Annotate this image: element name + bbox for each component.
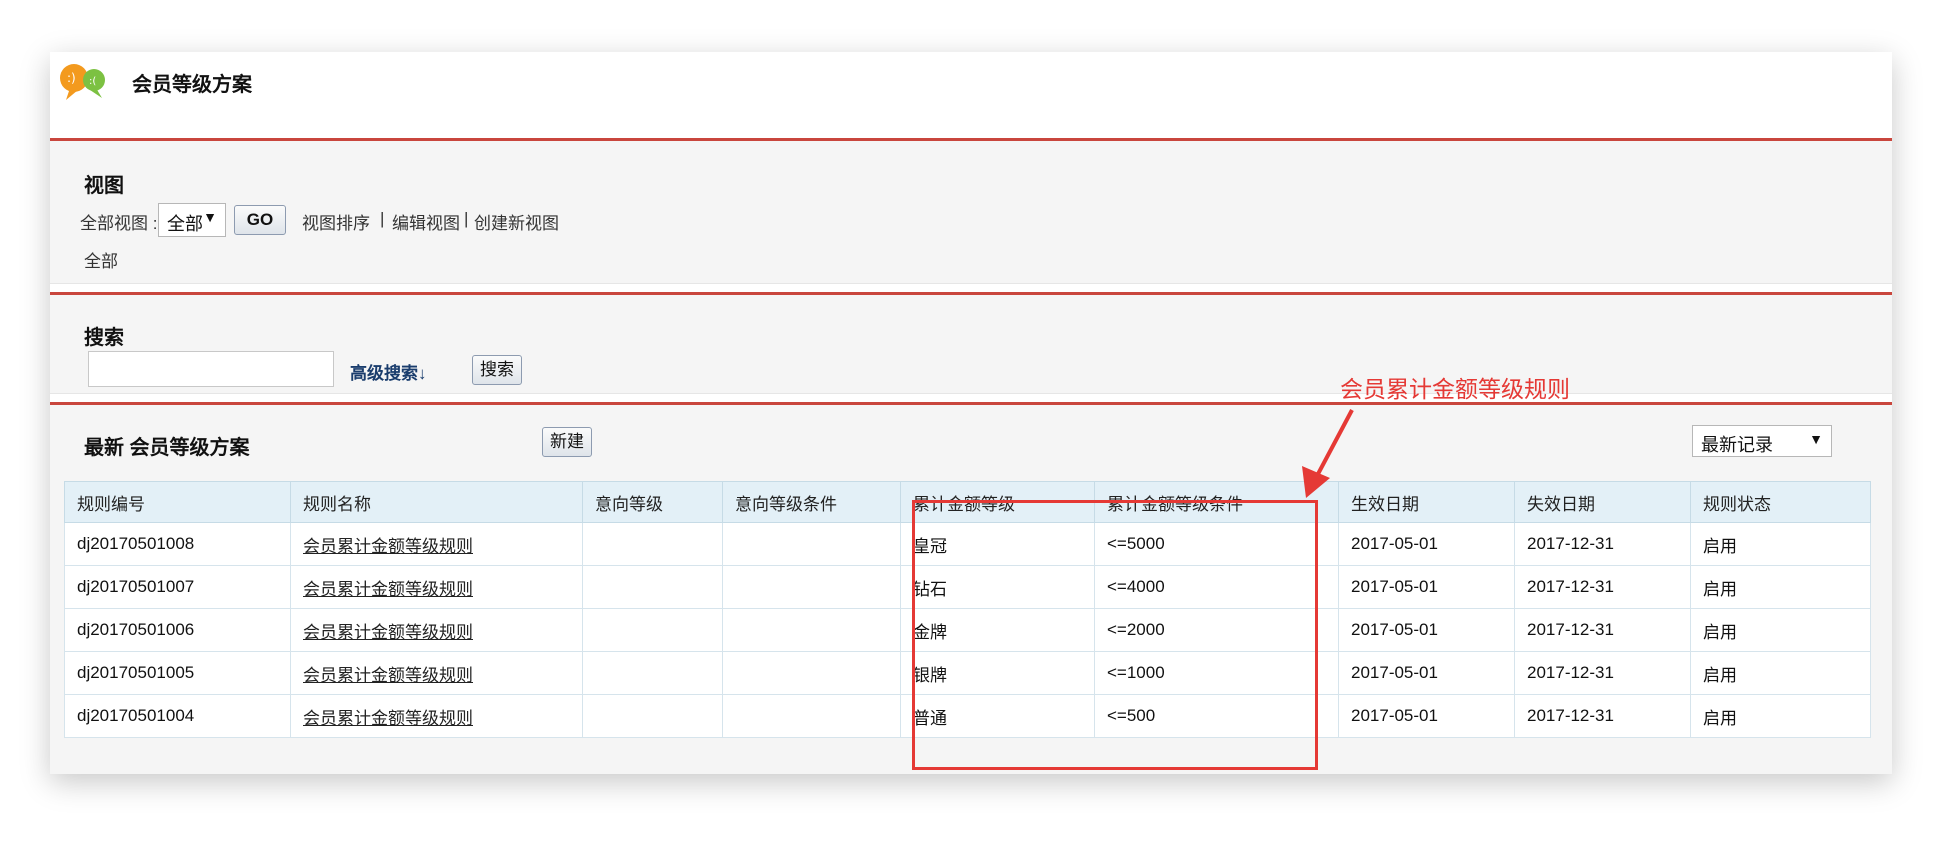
rule-status: 启用 [1690,522,1871,566]
chat-bubbles-icon: :) :( [60,64,105,100]
intent-level [582,694,723,738]
end-date: 2017-12-31 [1514,694,1691,738]
table-row[interactable]: dj20170501006 会员累计金额等级规则 金牌 <=2000 2017-… [64,608,1871,652]
column-header[interactable]: 规则编号 [64,481,291,523]
rules-table: 规则编号 规则名称 意向等级 意向等级条件 累计金额等级 累计金额等级条件 生效… [64,481,1871,738]
amount-level: 钻石 [900,565,1095,609]
intent-condition [722,565,901,609]
view-sort-link[interactable]: 视图排序 [302,209,370,234]
rule-status: 启用 [1690,608,1871,652]
rule-name-cell: 会员累计金额等级规则 [290,651,583,695]
create-view-link[interactable]: 创建新视图 [474,209,559,234]
table-row[interactable]: dj20170501007 会员累计金额等级规则 钻石 <=4000 2017-… [64,565,1871,609]
amount-level: 普通 [900,694,1095,738]
start-date: 2017-05-01 [1338,694,1515,738]
search-input[interactable] [88,351,334,387]
view-select[interactable]: 全部 ▼ [158,203,226,237]
table-header-row: 规则编号 规则名称 意向等级 意向等级条件 累计金额等级 累计金额等级条件 生效… [64,481,1871,523]
search-section-title: 搜索 [84,327,124,349]
separator: | [380,209,385,228]
intent-level [582,651,723,695]
start-date: 2017-05-01 [1338,565,1515,609]
sort-select[interactable]: 最新记录 ▼ [1692,425,1832,457]
intent-condition [722,694,901,738]
intent-level [582,522,723,566]
main-window: :) :( 会员等级方案 视图 全部视图 : 全部 ▼ GO 视图排序 | 编辑… [50,52,1892,774]
intent-condition [722,608,901,652]
rule-name-link[interactable]: 会员累计金额等级规则 [303,537,473,556]
rule-name-cell: 会员累计金额等级规则 [290,522,583,566]
amount-level: 金牌 [900,608,1095,652]
go-button[interactable]: GO [234,205,286,235]
rule-id: dj20170501004 [64,694,291,738]
rule-id: dj20170501006 [64,608,291,652]
intent-level [582,608,723,652]
amount-level: 皇冠 [900,522,1095,566]
dropdown-arrow-icon: ▼ [1809,431,1823,447]
rule-status: 启用 [1690,565,1871,609]
column-header[interactable]: 规则名称 [290,481,583,523]
search-panel: 搜索 高级搜索↓ 搜索 [50,292,1892,394]
rule-name-cell: 会员累计金额等级规则 [290,694,583,738]
column-header[interactable]: 规则状态 [1690,481,1871,523]
rule-name-link[interactable]: 会员累计金额等级规则 [303,623,473,642]
current-view-label: 全部 [84,252,118,271]
sort-select-value: 最新记录 [1701,435,1773,455]
amount-level: 银牌 [900,651,1095,695]
view-panel: 视图 全部视图 : 全部 ▼ GO 视图排序 | 编辑视图 | 创建新视图 全部 [50,138,1892,284]
amount-condition: <=2000 [1094,608,1339,652]
table-row[interactable]: dj20170501008 会员累计金额等级规则 皇冠 <=5000 2017-… [64,522,1871,566]
dropdown-arrow-icon: ▼ [203,209,217,225]
amount-condition: <=1000 [1094,651,1339,695]
intent-level [582,565,723,609]
new-button[interactable]: 新建 [542,427,592,457]
table-row[interactable]: dj20170501005 会员累计金额等级规则 银牌 <=1000 2017-… [64,651,1871,695]
advanced-search-link[interactable]: 高级搜索↓ [350,359,427,384]
search-button[interactable]: 搜索 [472,355,522,385]
page-title: 会员等级方案 [132,74,252,96]
intent-condition [722,522,901,566]
column-header[interactable]: 失效日期 [1514,481,1691,523]
amount-condition: <=500 [1094,694,1339,738]
amount-condition: <=5000 [1094,522,1339,566]
end-date: 2017-12-31 [1514,565,1691,609]
rule-name-link[interactable]: 会员累计金额等级规则 [303,580,473,599]
list-panel: 最新 会员等级方案 新建 最新记录 ▼ 规则编号 规则名称 意向等级 意向等级条… [50,402,1892,774]
separator: | [464,209,469,228]
start-date: 2017-05-01 [1338,608,1515,652]
column-header[interactable]: 累计金额等级条件 [1094,481,1339,523]
start-date: 2017-05-01 [1338,522,1515,566]
title-bar: :) :( 会员等级方案 [50,52,1892,108]
column-header[interactable]: 累计金额等级 [900,481,1095,523]
view-select-value: 全部 [167,214,203,234]
rule-id: dj20170501007 [64,565,291,609]
start-date: 2017-05-01 [1338,651,1515,695]
rule-name-cell: 会员累计金额等级规则 [290,608,583,652]
intent-condition [722,651,901,695]
view-section-title: 视图 [84,175,124,197]
annotation-label: 会员累计金额等级规则 [1340,376,1570,402]
table-row[interactable]: dj20170501004 会员累计金额等级规则 普通 <=500 2017-0… [64,694,1871,738]
column-header[interactable]: 意向等级 [582,481,723,523]
view-label: 全部视图 : [80,214,158,233]
rule-status: 启用 [1690,651,1871,695]
end-date: 2017-12-31 [1514,608,1691,652]
column-header[interactable]: 生效日期 [1338,481,1515,523]
rule-status: 启用 [1690,694,1871,738]
column-header[interactable]: 意向等级条件 [722,481,901,523]
rule-id: dj20170501005 [64,651,291,695]
rule-id: dj20170501008 [64,522,291,566]
end-date: 2017-12-31 [1514,651,1691,695]
rule-name-link[interactable]: 会员累计金额等级规则 [303,709,473,728]
list-section-title: 最新 会员等级方案 [84,437,250,459]
amount-condition: <=4000 [1094,565,1339,609]
end-date: 2017-12-31 [1514,522,1691,566]
rule-name-link[interactable]: 会员累计金额等级规则 [303,666,473,685]
svg-text::(: :( [89,76,96,87]
svg-text::): :) [67,71,76,85]
rule-name-cell: 会员累计金额等级规则 [290,565,583,609]
edit-view-link[interactable]: 编辑视图 [392,209,460,234]
